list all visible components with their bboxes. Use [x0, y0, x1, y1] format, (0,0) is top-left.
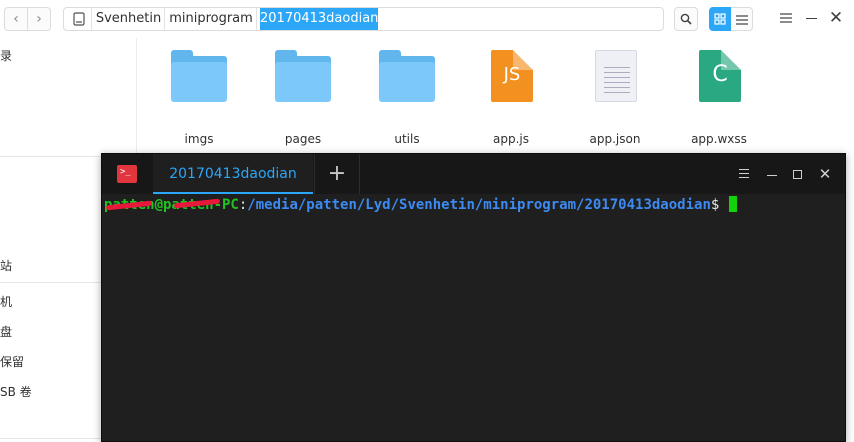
sidebar-item-site[interactable]: 站 — [0, 257, 12, 274]
menu-icon[interactable] — [779, 12, 793, 24]
terminal-tab[interactable]: 20170413daodian — [153, 154, 313, 194]
close-button[interactable]: ✕ — [817, 166, 833, 182]
breadcrumb-item-current[interactable]: 20170413daodian — [260, 8, 378, 30]
chevron-left-icon: ‹ — [13, 11, 19, 27]
view-mode-switcher — [709, 7, 753, 31]
file-name: imgs — [184, 132, 214, 146]
folder-icon — [171, 50, 227, 106]
file-name: utils — [394, 132, 420, 146]
text-cursor — [729, 196, 738, 212]
minimize-button[interactable] — [767, 175, 777, 176]
drive-icon[interactable] — [68, 8, 92, 30]
close-button[interactable]: ✕ — [828, 10, 844, 27]
terminal-window: >_ 20170413daodian + ✕ patten@patten-PC:… — [101, 153, 846, 442]
minimize-button[interactable] — [806, 18, 817, 19]
breadcrumb-item-miniprogram[interactable]: miniprogram — [166, 8, 257, 30]
icon-view-button[interactable] — [709, 7, 731, 31]
file-item-app-wxss[interactable]: C app.wxss — [669, 50, 769, 154]
terminal-tab-title: 20170413daodian — [169, 166, 297, 182]
prompt-path: /media/patten/Lyd/Svenhetin/miniprogram/… — [247, 197, 711, 213]
forward-button[interactable]: › — [27, 7, 51, 31]
sidebar-item-reserved[interactable]: 保留 — [0, 353, 24, 370]
file-item-utils[interactable]: utils — [357, 50, 457, 154]
terminal-app-icon: >_ — [117, 165, 137, 183]
file-grid: imgs pages utils JS app.js app.json C ap… — [138, 38, 854, 158]
folder-icon — [275, 50, 331, 106]
file-name: app.wxss — [691, 132, 747, 146]
file-item-app-js[interactable]: JS app.js — [461, 50, 561, 154]
back-button[interactable]: ‹ — [4, 7, 28, 31]
breadcrumb: Svenhetin miniprogram 20170413daodian — [63, 7, 664, 31]
sidebar-item-usb-volume[interactable]: SB 卷 — [0, 383, 32, 400]
file-name: app.json — [589, 132, 641, 146]
list-view-button[interactable] — [731, 7, 753, 31]
sidebar-item-disk[interactable]: 盘 — [0, 323, 12, 340]
grid-icon — [714, 13, 726, 25]
new-tab-button[interactable]: + — [314, 154, 360, 194]
search-button[interactable] — [674, 7, 698, 31]
terminal-titlebar: >_ 20170413daodian + ✕ — [102, 154, 845, 194]
maximize-button[interactable] — [793, 170, 802, 179]
menu-icon[interactable] — [739, 169, 749, 179]
file-item-imgs[interactable]: imgs — [149, 50, 249, 154]
breadcrumb-item-svenhetin[interactable]: Svenhetin — [93, 8, 165, 30]
search-icon — [680, 13, 692, 25]
file-manager-toolbar: ‹ › Svenhetin miniprogram 20170413daodia… — [0, 0, 854, 38]
file-item-app-json[interactable]: app.json — [565, 50, 665, 154]
prompt-symbol: $ — [710, 197, 720, 213]
file-item-pages[interactable]: pages — [253, 50, 353, 154]
list-icon — [736, 15, 748, 25]
folder-icon — [379, 50, 435, 106]
sidebar-item-computer[interactable]: 机 — [0, 293, 12, 310]
json-file-icon — [587, 50, 643, 106]
file-name: pages — [284, 132, 322, 146]
stylesheet-file-icon: C — [691, 50, 747, 106]
file-name: app.js — [493, 132, 529, 146]
chevron-right-icon: › — [36, 11, 42, 27]
terminal-output[interactable]: patten@patten-PC:/media/patten/Lyd/Svenh… — [102, 194, 845, 441]
javascript-file-icon: JS — [483, 50, 539, 106]
sidebar-item-directory[interactable]: 录 — [0, 47, 12, 64]
